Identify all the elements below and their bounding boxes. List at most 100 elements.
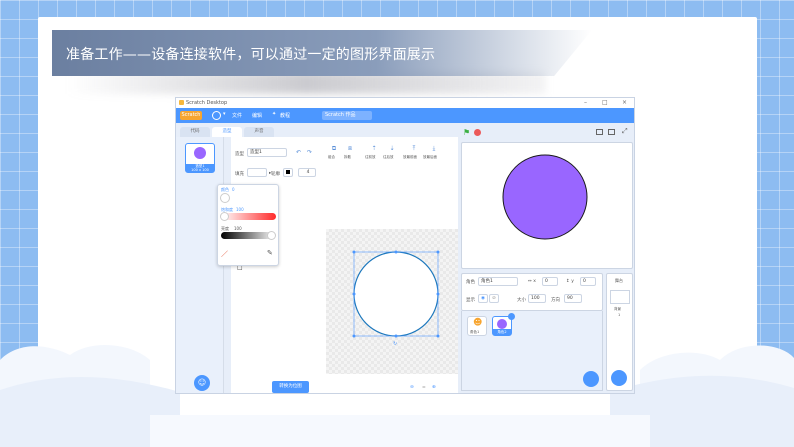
sprite-label: 角色: [466, 280, 475, 285]
tab-costumes[interactable]: 造型: [212, 127, 242, 137]
outline-width-input[interactable]: 4: [298, 168, 316, 177]
hue-value: 0: [232, 187, 235, 192]
circle-shape[interactable]: [353, 251, 439, 337]
green-flag-icon[interactable]: ⚑: [463, 128, 470, 137]
back-icon[interactable]: ⤓: [427, 145, 441, 153]
outline-color-swatch[interactable]: [283, 168, 293, 177]
scratch-logo[interactable]: Scratch: [180, 111, 202, 120]
stage-purple-circle: [502, 154, 588, 240]
handle-bottom[interactable]: [394, 334, 398, 338]
handle-right[interactable]: [436, 292, 440, 296]
ungroup-icon[interactable]: ⧈: [343, 145, 357, 153]
zoom-out-icon[interactable]: ⊖: [410, 385, 414, 390]
y-arrow-icon: ↕ y: [566, 279, 574, 284]
sprite-info-panel: 角色 角色1 ↔ x 0 ↕ y 0 显示 ◉ ⊘ 大小 100 方向 90: [461, 273, 603, 311]
stage-label: 舞台: [615, 278, 623, 283]
eyedropper-icon[interactable]: ✎: [267, 249, 273, 257]
size-input[interactable]: 100: [528, 294, 546, 303]
costume-name-label: 造型: [235, 152, 244, 157]
front-label: 放最前面: [403, 155, 417, 159]
sprite-list: ☻ 角色1 角色2: [461, 311, 603, 391]
front-icon[interactable]: ⤒: [407, 145, 421, 153]
outline-label: 轮廓: [271, 172, 280, 177]
maximize-button[interactable]: □: [602, 99, 608, 106]
stop-icon[interactable]: [474, 129, 481, 136]
saturation-slider-handle[interactable]: [220, 212, 229, 221]
fill-label: 填充: [235, 172, 244, 177]
large-stage-icon[interactable]: [608, 129, 615, 135]
fullscreen-icon[interactable]: ⤢: [622, 127, 628, 136]
menu-edit[interactable]: 编辑: [252, 112, 262, 119]
add-sprite-button[interactable]: [583, 371, 599, 387]
handle-bottom-left[interactable]: [352, 334, 356, 338]
sprite-tile-circle-label: 角色2: [493, 329, 511, 335]
show-visible-toggle[interactable]: ◉: [478, 294, 488, 303]
brightness-slider-handle[interactable]: [267, 231, 276, 240]
backward-icon[interactable]: ⇣: [385, 145, 399, 152]
cat-sprite-icon: ☻: [473, 318, 483, 328]
menubar: Scratch ▾ 文件 编辑 ✦ 教程 Scratch 作品: [176, 108, 634, 123]
redo-icon[interactable]: ↷: [307, 149, 312, 156]
scratch-window: Scratch Desktop – □ × Scratch ▾ 文件 编辑 ✦ …: [175, 97, 635, 394]
tab-sounds-label: 声音: [254, 129, 264, 134]
backdrop-thumbnail[interactable]: [610, 290, 630, 304]
handle-bottom-right[interactable]: [436, 334, 440, 338]
tab-code-label: 代码: [190, 129, 200, 134]
saturation-value: 100: [236, 207, 244, 212]
delete-sprite-icon[interactable]: [508, 313, 515, 320]
show-label: 显示: [466, 298, 475, 303]
fill-color-swatch[interactable]: [247, 168, 267, 177]
sprite-tile-cat[interactable]: ☻ 角色1: [467, 316, 487, 336]
brightness-value: 100: [234, 226, 242, 231]
zoom-reset-button[interactable]: =: [422, 385, 426, 390]
chevron-down-icon: ▾: [223, 111, 226, 117]
no-fill-icon[interactable]: ／: [221, 249, 228, 259]
sprite-name-input[interactable]: 角色1: [478, 277, 518, 286]
zoom-in-icon[interactable]: ⊕: [432, 385, 436, 390]
size-label: 大小: [517, 298, 526, 303]
backdrop-label: 背景: [614, 307, 621, 311]
project-title-input[interactable]: Scratch 作品: [322, 111, 372, 120]
show-hidden-toggle[interactable]: ⊘: [489, 294, 499, 303]
stage-canvas[interactable]: [461, 142, 633, 269]
x-input[interactable]: 0: [542, 277, 558, 286]
menu-file[interactable]: 文件: [232, 112, 242, 119]
handle-left[interactable]: [352, 292, 356, 296]
ungroup-label: 拆散: [344, 155, 351, 159]
y-input[interactable]: 0: [580, 277, 596, 286]
small-stage-icon[interactable]: [596, 129, 603, 135]
saturation-slider[interactable]: [221, 213, 276, 220]
window-title: Scratch Desktop: [186, 100, 228, 106]
menu-tutorials[interactable]: 教程: [280, 112, 290, 119]
handle-top-left[interactable]: [352, 250, 356, 254]
stage-svg: [502, 154, 588, 240]
group-label: 组合: [328, 155, 335, 159]
back-label: 放最后面: [423, 155, 437, 159]
close-button[interactable]: ×: [622, 99, 627, 106]
tab-costumes-label: 造型: [222, 129, 232, 134]
convert-bitmap-button[interactable]: 转换为位图: [272, 381, 309, 393]
undo-icon[interactable]: ↶: [296, 149, 301, 156]
minimize-button[interactable]: –: [584, 99, 587, 106]
costume-name-input[interactable]: 造型1: [247, 148, 287, 157]
tab-sounds[interactable]: 声音: [244, 127, 274, 137]
tab-code[interactable]: 代码: [180, 127, 210, 137]
handle-top-right[interactable]: [436, 250, 440, 254]
hue-slider-handle[interactable]: [220, 193, 230, 203]
x-arrow-icon: ↔ x: [528, 279, 536, 284]
add-backdrop-button[interactable]: [611, 370, 627, 386]
forward-label: 往前放: [365, 155, 376, 159]
direction-label: 方向: [551, 298, 560, 303]
editor-tabs: 代码 造型 声音: [176, 123, 461, 137]
globe-icon[interactable]: [212, 111, 221, 120]
forward-icon[interactable]: ⇡: [367, 145, 381, 152]
handle-top[interactable]: [394, 250, 398, 254]
direction-input[interactable]: 90: [564, 294, 582, 303]
group-icon[interactable]: ⧉: [327, 145, 341, 153]
rotate-handle-icon[interactable]: ↻: [393, 341, 397, 347]
costume-circle-preview: [194, 147, 206, 159]
stage-selector[interactable]: 舞台 背景 1: [606, 273, 633, 391]
add-costume-button[interactable]: ☺: [194, 375, 210, 391]
sprite-tile-circle[interactable]: 角色2: [492, 313, 515, 336]
costume-thumbnail[interactable]: 造型1 100 x 100: [185, 143, 215, 173]
